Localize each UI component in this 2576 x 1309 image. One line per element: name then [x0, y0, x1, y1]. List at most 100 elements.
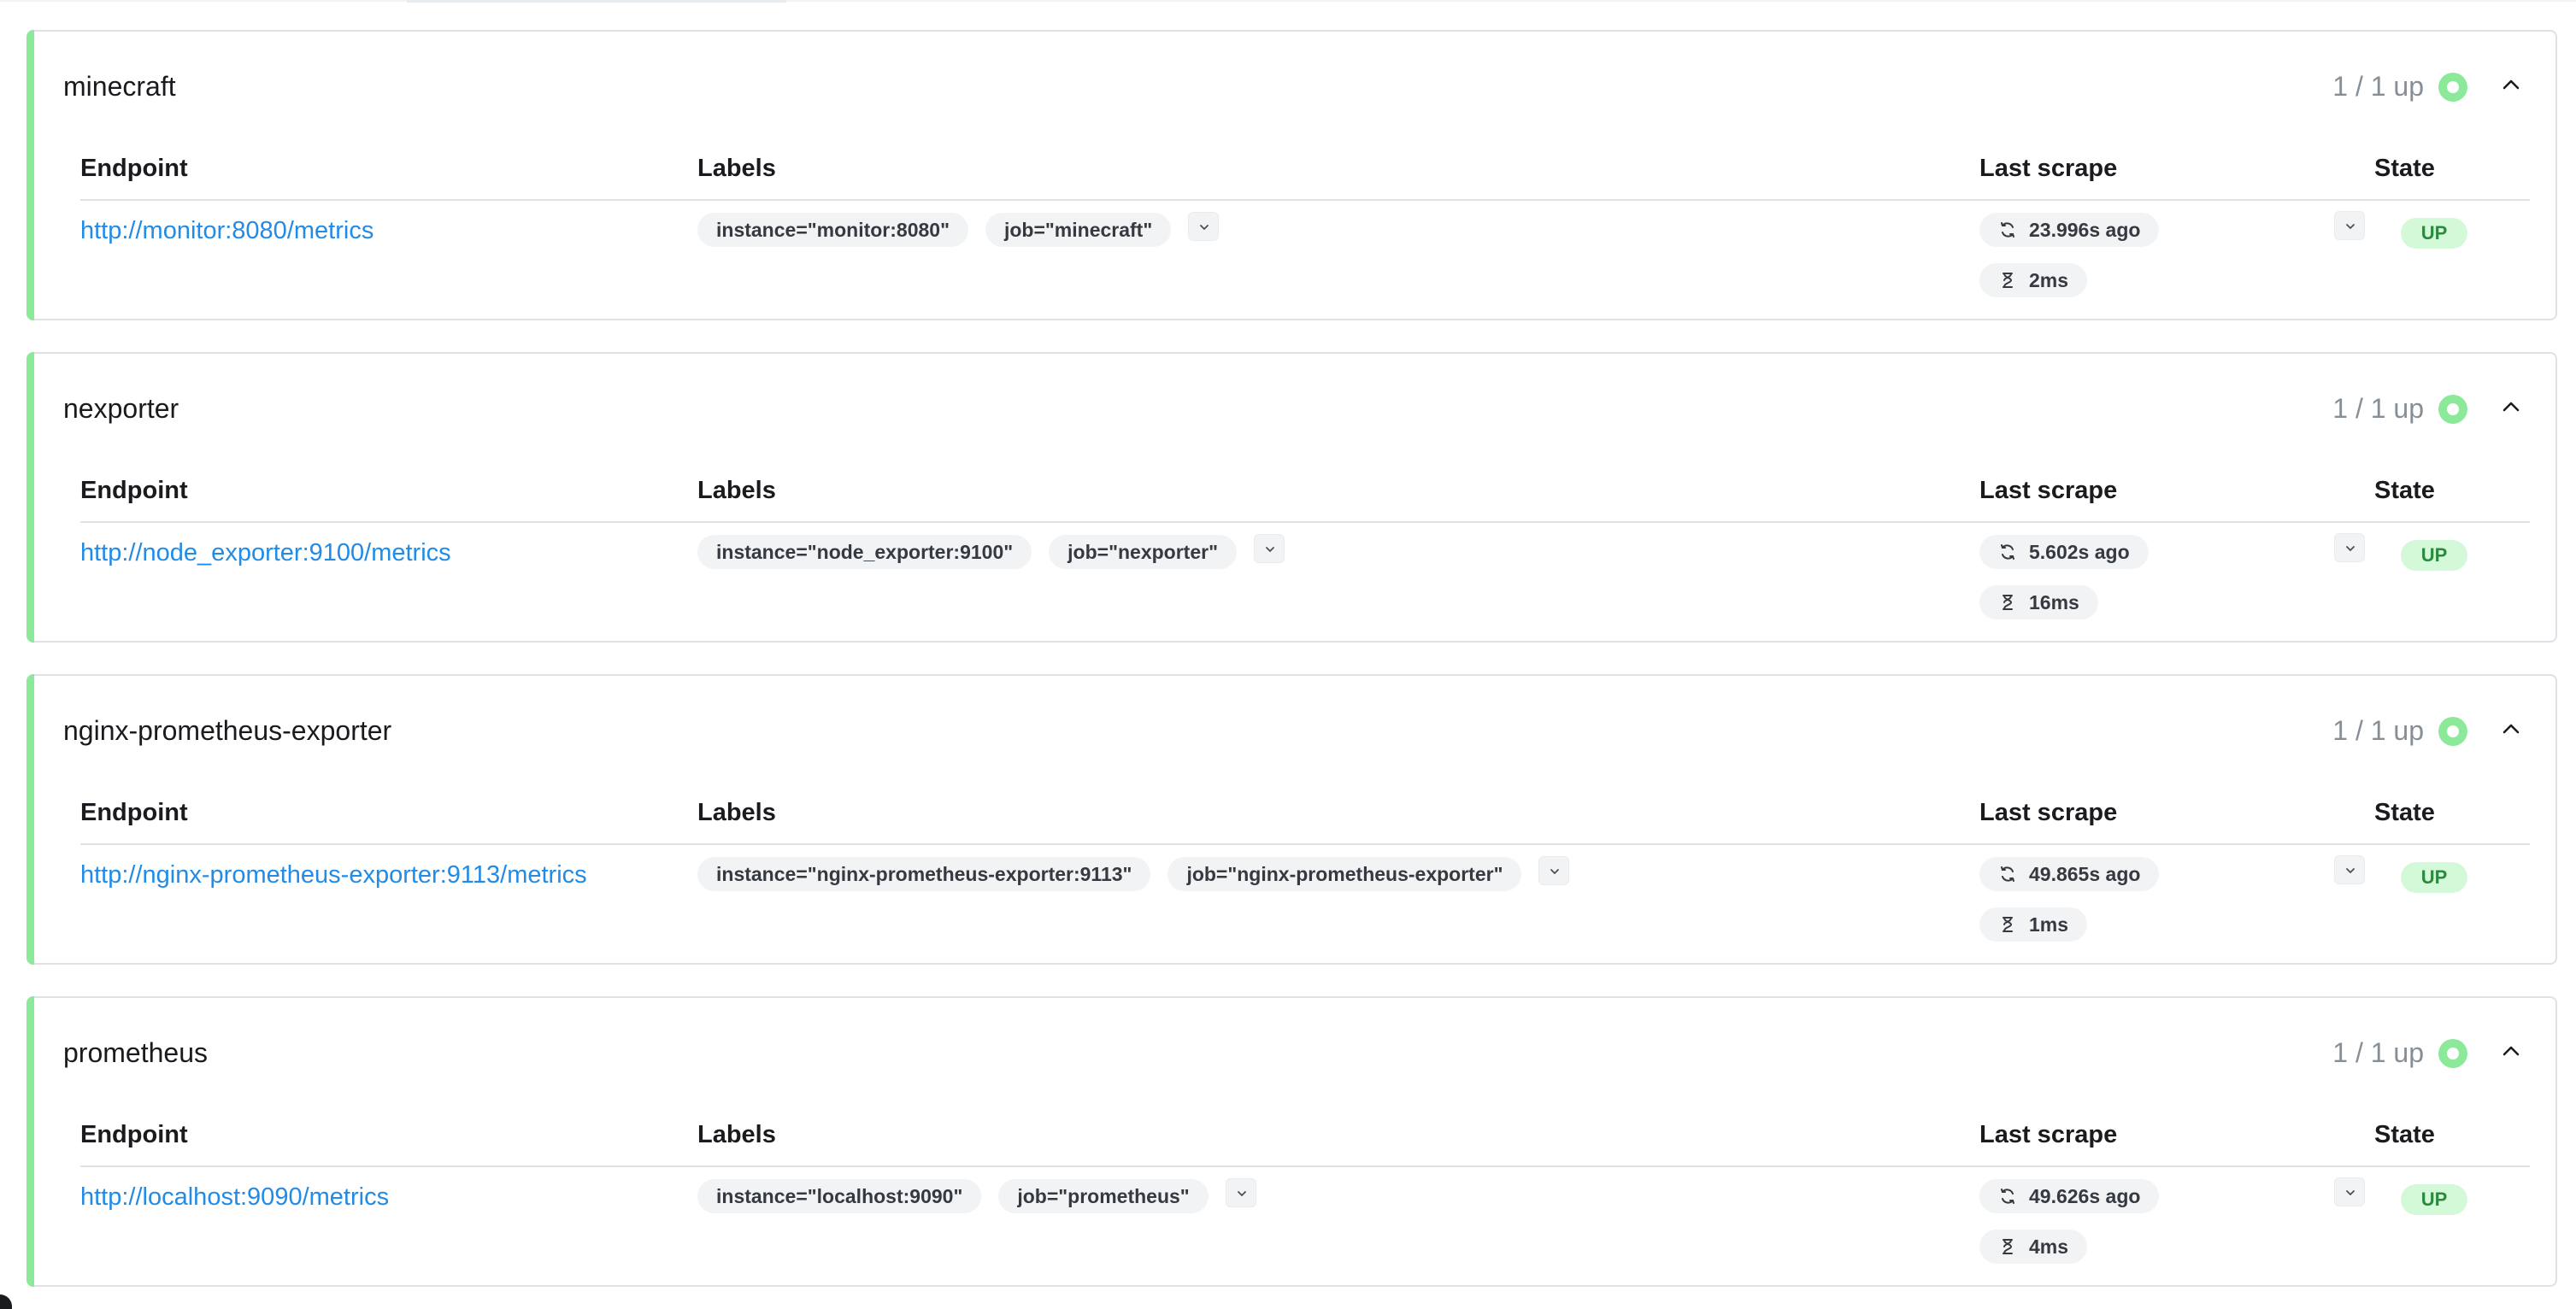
column-header-labels: Labels	[697, 799, 776, 826]
chevron-down-icon	[2346, 224, 2355, 229]
table-header-divider	[80, 1165, 2530, 1167]
endpoint-link[interactable]: http://localhost:9090/metrics	[80, 1183, 389, 1212]
scrape-details-button[interactable]	[2334, 855, 2365, 884]
label-badge-instance: instance="nginx-prometheus-exporter:9113…	[697, 857, 1151, 891]
chevron-down-icon	[1200, 225, 1209, 230]
last-scrape-text: 5.602s ago	[2029, 541, 2130, 563]
chevron-down-icon	[2346, 546, 2355, 551]
hourglass-icon	[2003, 1239, 2013, 1254]
last-scrape-text: 49.626s ago	[2029, 1185, 2141, 1207]
pool-title[interactable]: nginx-prometheus-exporter	[63, 715, 391, 747]
target-labels: instance="node_exporter:9100" job="nexpo…	[697, 534, 1285, 569]
column-header-endpoint: Endpoint	[80, 155, 188, 182]
pool-title[interactable]: nexporter	[63, 393, 179, 425]
column-header-labels: Labels	[697, 1121, 776, 1148]
column-header-last-scrape: Last scrape	[1979, 155, 2118, 182]
label-badge-instance: instance="localhost:9090"	[697, 1179, 982, 1213]
column-header-endpoint: Endpoint	[80, 477, 188, 504]
column-header-state: State	[2374, 477, 2435, 504]
label-badge-job: job="minecraft"	[985, 213, 1172, 247]
column-header-last-scrape: Last scrape	[1979, 799, 2118, 826]
chevron-up-icon[interactable]	[2497, 71, 2525, 98]
scrape-duration-badge: 1ms	[1979, 907, 2088, 942]
label-badge-job: job="prometheus"	[998, 1179, 1209, 1213]
refresh-icon	[2001, 1189, 2014, 1204]
expand-labels-button[interactable]	[1225, 1178, 1256, 1207]
state-badge: UP	[2401, 218, 2467, 249]
table-header-divider	[80, 843, 2530, 845]
pool-status-accent	[26, 352, 34, 643]
pool-status-accent	[26, 30, 34, 320]
pool-health-summary: 1 / 1 up	[2332, 1037, 2424, 1068]
scrape-pool-prometheus: prometheus 1 / 1 up Endpoint Labels Last…	[26, 996, 2557, 1287]
column-header-state: State	[2374, 799, 2435, 826]
top-divider	[0, 0, 2576, 2]
expand-labels-button[interactable]	[1188, 212, 1220, 241]
chevron-down-icon	[2346, 1190, 2355, 1195]
circle-dot-icon	[2438, 717, 2467, 746]
refresh-icon	[2001, 544, 2014, 560]
chevron-down-icon	[1237, 1191, 1246, 1196]
pool-title[interactable]: minecraft	[63, 71, 176, 103]
circle-dot-icon	[2438, 1039, 2467, 1068]
tab-indicator	[407, 0, 786, 3]
endpoint-link[interactable]: http://node_exporter:9100/metrics	[80, 539, 451, 567]
pool-status-accent	[26, 674, 34, 965]
pool-health-summary: 1 / 1 up	[2332, 715, 2424, 746]
refresh-icon	[2001, 222, 2014, 238]
table-header-divider	[80, 199, 2530, 201]
chevron-up-icon[interactable]	[2497, 393, 2525, 420]
column-header-labels: Labels	[697, 155, 776, 182]
label-badge-job: job="nginx-prometheus-exporter"	[1167, 857, 1522, 891]
column-header-last-scrape: Last scrape	[1979, 1121, 2118, 1148]
column-header-state: State	[2374, 155, 2435, 182]
label-badge-instance: instance="node_exporter:9100"	[697, 535, 1032, 569]
scrape-duration-text: 16ms	[2029, 591, 2079, 613]
endpoint-link[interactable]: http://monitor:8080/metrics	[80, 217, 373, 245]
circle-dot-icon	[2438, 73, 2467, 102]
target-labels: instance="monitor:8080" job="minecraft"	[697, 212, 1220, 247]
hourglass-icon	[2003, 273, 2013, 288]
pool-health-summary: 1 / 1 up	[2332, 393, 2424, 424]
last-scrape-badge: 49.626s ago	[1979, 1179, 2160, 1213]
column-header-labels: Labels	[697, 477, 776, 504]
column-header-endpoint: Endpoint	[80, 1121, 188, 1148]
column-header-last-scrape: Last scrape	[1979, 477, 2118, 504]
scrape-duration-text: 2ms	[2029, 269, 2069, 291]
scrape-details-button[interactable]	[2334, 211, 2365, 240]
chevron-up-icon[interactable]	[2497, 1037, 2525, 1065]
scrape-details-button[interactable]	[2334, 1177, 2365, 1206]
pool-status-accent	[26, 996, 34, 1287]
column-header-endpoint: Endpoint	[80, 799, 188, 826]
scrape-pool-nginx-prometheus-exporter: nginx-prometheus-exporter 1 / 1 up Endpo…	[26, 674, 2557, 965]
last-scrape-badge: 23.996s ago	[1979, 213, 2160, 247]
label-badge-job: job="nexporter"	[1049, 535, 1237, 569]
last-scrape-badge: 5.602s ago	[1979, 535, 2149, 569]
expand-labels-button[interactable]	[1253, 534, 1285, 563]
scrape-duration-text: 4ms	[2029, 1236, 2069, 1258]
scrape-duration-text: 1ms	[2029, 913, 2069, 936]
column-header-state: State	[2374, 1121, 2435, 1148]
pool-title[interactable]: prometheus	[63, 1037, 208, 1069]
hourglass-icon	[2003, 595, 2013, 610]
scrape-duration-badge: 4ms	[1979, 1230, 2088, 1264]
scrape-duration-badge: 16ms	[1979, 585, 2098, 619]
chevron-down-icon	[2346, 868, 2355, 873]
scrape-pool-nexporter: nexporter 1 / 1 up Endpoint Labels Last …	[26, 352, 2557, 643]
hourglass-icon	[2003, 917, 2013, 932]
endpoint-link[interactable]: http://nginx-prometheus-exporter:9113/me…	[80, 861, 587, 889]
pool-health-summary: 1 / 1 up	[2332, 71, 2424, 102]
label-badge-instance: instance="monitor:8080"	[697, 213, 968, 247]
scrape-details-button[interactable]	[2334, 533, 2365, 562]
chevron-down-icon	[1550, 869, 1560, 874]
last-scrape-badge: 49.865s ago	[1979, 857, 2160, 891]
state-badge: UP	[2401, 862, 2467, 893]
target-labels: instance="nginx-prometheus-exporter:9113…	[697, 856, 1570, 891]
last-scrape-text: 49.865s ago	[2029, 863, 2141, 885]
expand-labels-button[interactable]	[1538, 856, 1570, 885]
refresh-icon	[2001, 866, 2014, 882]
scrape-pool-minecraft: minecraft 1 / 1 up Endpoint Labels Last …	[26, 30, 2557, 320]
target-labels: instance="localhost:9090" job="prometheu…	[697, 1178, 1256, 1213]
state-badge: UP	[2401, 1184, 2467, 1215]
chevron-up-icon[interactable]	[2497, 715, 2525, 743]
